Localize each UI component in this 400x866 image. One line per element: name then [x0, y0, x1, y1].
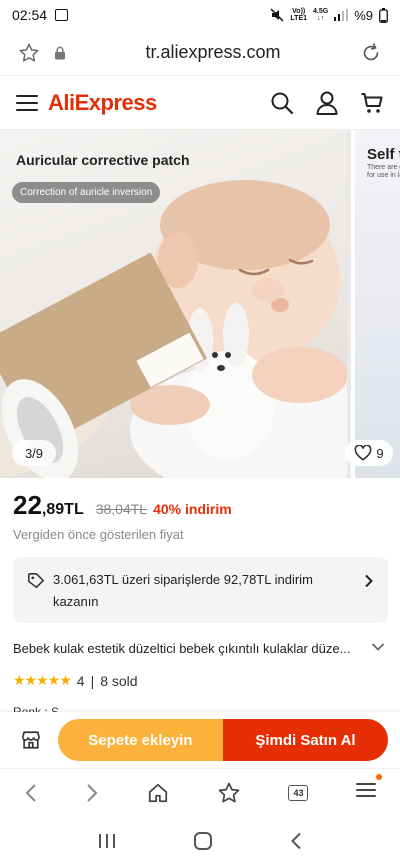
app-header: AliExpress	[0, 76, 400, 130]
system-back-icon[interactable]	[290, 832, 302, 850]
mute-icon	[270, 8, 284, 22]
battery-level: %9	[354, 7, 373, 23]
browser-menu-button[interactable]	[356, 774, 383, 803]
purchase-action-bar: Sepete ekleyin Şimdi Satın Al	[0, 712, 400, 768]
tag-icon	[28, 573, 44, 589]
notification-dot	[376, 774, 383, 780]
lock-icon	[55, 46, 65, 59]
reload-icon[interactable]	[360, 42, 382, 64]
slide-caption-pill: Correction of auricle inversion	[12, 182, 161, 203]
product-image-gallery[interactable]: Auricular corrective patch Correction of…	[0, 130, 400, 478]
gallery-notification-icon	[55, 9, 69, 21]
menu-icon	[356, 783, 377, 797]
system-home-icon[interactable]	[193, 831, 213, 851]
hamburger-menu-icon[interactable]	[16, 94, 38, 112]
next-slide-title: Self t	[367, 146, 400, 163]
search-icon[interactable]	[270, 91, 294, 115]
forward-arrow-icon[interactable]	[85, 783, 99, 803]
buy-now-button[interactable]: Şimdi Satın Al	[222, 719, 388, 761]
discount-badge: 40% indirim	[153, 501, 232, 517]
price-original: 38,04TL	[95, 501, 148, 517]
clock: 02:54	[12, 7, 48, 23]
price-decimal: ,89TL	[41, 501, 84, 518]
rating-row[interactable]: ★★★★★ 4 | 8 sold	[13, 672, 138, 689]
chevron-right-icon	[365, 574, 373, 588]
aliexpress-logo[interactable]: AliExpress	[48, 90, 157, 116]
rating-stars: ★★★★★	[13, 672, 72, 688]
battery-icon	[379, 7, 388, 23]
next-slide-subtitle: There are g for use in la	[367, 164, 400, 179]
price-integer: 22	[13, 490, 42, 520]
heart-icon	[354, 445, 372, 461]
product-image[interactable]: Auricular corrective patch Correction of…	[0, 130, 347, 478]
volte-indicator: Vo)) LTE1	[290, 8, 308, 22]
add-to-cart-button[interactable]: Sepete ekleyin	[57, 719, 223, 761]
home-icon[interactable]	[147, 782, 169, 804]
tax-note: Vergiden önce gösterilen fiyat	[13, 527, 184, 542]
system-navigation-bar	[0, 816, 400, 866]
image-counter: 3/9	[12, 440, 56, 466]
store-icon[interactable]	[20, 729, 42, 751]
status-bar: 02:54 Vo)) LTE1 4.5G ↓↑ %9	[0, 0, 400, 30]
cart-icon[interactable]	[360, 91, 384, 115]
network-indicator: 4.5G ↓↑	[313, 8, 329, 22]
browser-toolbar: 43	[0, 768, 400, 816]
next-product-image[interactable]: Self t There are g for use in la	[351, 130, 400, 478]
rating-divider: |	[90, 672, 95, 689]
coupon-banner[interactable]: 3.061,63TL üzeri siparişlerde 92,78TL in…	[13, 557, 388, 623]
back-arrow-icon[interactable]	[24, 783, 38, 803]
wishlist-count: 9	[376, 445, 384, 461]
account-icon[interactable]	[316, 91, 338, 115]
price-row: 22,89TL 38,04TL 40% indirim	[13, 490, 232, 521]
bookmarks-star-icon[interactable]	[217, 781, 241, 805]
browser-url-bar: tr.aliexpress.com	[0, 30, 400, 76]
rating-value: 4	[76, 672, 85, 689]
sold-count: 8 sold	[100, 672, 138, 689]
chevron-down-icon[interactable]	[371, 642, 385, 652]
favorite-star-icon[interactable]	[18, 42, 40, 64]
wishlist-button[interactable]: 9	[345, 440, 393, 466]
coupon-text: 3.061,63TL üzeri siparişlerde 92,78TL in…	[53, 572, 313, 609]
product-title[interactable]: Bebek kulak estetik düzeltici bebek çıkı…	[13, 641, 368, 656]
signal-icon	[334, 9, 349, 21]
slide-title: Auricular corrective patch	[16, 152, 190, 168]
price-current: 22,89TL	[13, 490, 84, 521]
recent-apps-icon[interactable]	[98, 833, 116, 849]
tabs-button[interactable]: 43	[288, 784, 309, 801]
url-text[interactable]: tr.aliexpress.com	[66, 42, 360, 63]
